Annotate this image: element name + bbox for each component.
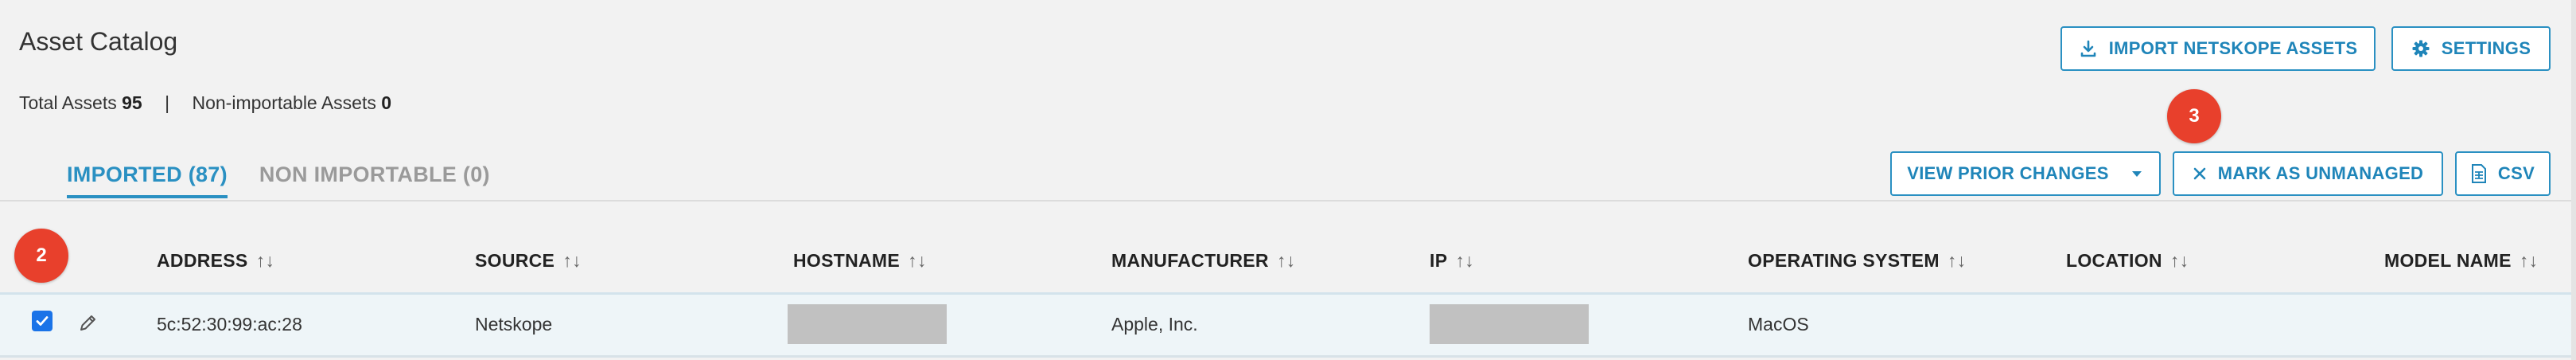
cell-source: Netskope — [475, 314, 553, 335]
step-badge-3: 3 — [2167, 89, 2221, 143]
column-header-operating-system: OPERATING SYSTEM ↑↓ — [1748, 250, 1966, 272]
column-header-label: OPERATING SYSTEM — [1748, 250, 1940, 271]
sort-arrows-icon[interactable]: ↑↓ — [1948, 250, 1967, 272]
cell-manufacturer: Apple, Inc. — [1111, 314, 1198, 335]
column-header-hostname: HOSTNAME ↑↓ — [793, 250, 927, 272]
download-icon — [2080, 40, 2095, 57]
column-header-model-name: MODEL NAME ↑↓ — [2384, 250, 2538, 272]
table-header: ADDRESS ↑↓ SOURCE ↑↓ HOSTNAME ↑↓ MANUFAC… — [0, 239, 2576, 287]
column-header-address: ADDRESS ↑↓ — [157, 250, 274, 272]
scrollbar[interactable] — [2571, 0, 2576, 360]
sort-arrows-icon[interactable]: ↑↓ — [908, 250, 927, 272]
csv-label: CSV — [2497, 163, 2535, 183]
table-row[interactable]: 5c:52:30:99:ac:28 Netskope Apple, Inc. M… — [0, 295, 2576, 355]
tab-non-importable[interactable]: NON IMPORTABLE (0) — [259, 162, 490, 198]
close-icon — [2193, 167, 2206, 180]
column-header-label: ADDRESS — [157, 250, 248, 271]
settings-label: SETTINGS — [2441, 38, 2531, 58]
checkmark-icon — [36, 316, 49, 326]
column-header-label: MODEL NAME — [2384, 250, 2512, 271]
tab-imported[interactable]: IMPORTED (87) — [67, 162, 228, 198]
spreadsheet-icon — [2471, 164, 2486, 183]
sort-arrows-icon[interactable]: ↑↓ — [256, 250, 275, 272]
row-select-checkbox[interactable] — [32, 311, 53, 331]
import-netskope-assets-label: IMPORT NETSKOPE ASSETS — [2108, 38, 2358, 58]
asset-tabs: IMPORTED (87) NON IMPORTABLE (0) — [67, 162, 490, 198]
sort-arrows-icon[interactable]: ↑↓ — [1455, 250, 1474, 272]
totals-separator: | — [165, 92, 170, 113]
view-prior-changes-label: VIEW PRIOR CHANGES — [1907, 163, 2109, 183]
nonimportable-assets-label: Non-importable Assets — [192, 92, 376, 113]
column-header-location: LOCATION ↑↓ — [2066, 250, 2189, 272]
view-prior-changes-dropdown[interactable]: VIEW PRIOR CHANGES — [1890, 151, 2161, 196]
column-header-manufacturer: MANUFACTURER ↑↓ — [1111, 250, 1295, 272]
row-divider — [0, 355, 2576, 358]
nonimportable-assets-value: 0 — [381, 92, 392, 113]
column-header-label: MANUFACTURER — [1111, 250, 1269, 271]
mark-as-unmanaged-label: MARK AS UNMANAGED — [2217, 163, 2424, 183]
redacted-hostname — [788, 304, 947, 344]
import-netskope-assets-button[interactable]: IMPORT NETSKOPE ASSETS — [2060, 26, 2376, 71]
cell-operating-system: MacOS — [1748, 314, 1809, 335]
total-assets-value: 95 — [122, 92, 142, 113]
total-assets-label: Total Assets — [19, 92, 117, 113]
page-title: Asset Catalog — [19, 27, 178, 56]
sort-arrows-icon[interactable]: ↑↓ — [1277, 250, 1296, 272]
column-header-ip: IP ↑↓ — [1430, 250, 1474, 272]
cell-address: 5c:52:30:99:ac:28 — [157, 314, 302, 335]
gear-icon — [2412, 40, 2430, 57]
pencil-icon[interactable] — [76, 312, 99, 335]
asset-catalog-page: Asset Catalog Total Assets 95 | Non-impo… — [0, 0, 2576, 360]
column-header-label: LOCATION — [2066, 250, 2162, 271]
sort-arrows-icon[interactable]: ↑↓ — [2520, 250, 2539, 272]
column-header-label: HOSTNAME — [793, 250, 901, 271]
column-header-source: SOURCE ↑↓ — [475, 250, 582, 272]
asset-totals: Total Assets 95 | Non-importable Assets … — [19, 92, 391, 114]
column-header-label: SOURCE — [475, 250, 555, 271]
caret-down-icon — [2131, 171, 2142, 177]
redacted-ip — [1430, 304, 1589, 344]
mark-as-unmanaged-button[interactable]: MARK AS UNMANAGED — [2173, 151, 2443, 196]
tabs-divider — [0, 200, 2576, 202]
settings-button[interactable]: SETTINGS — [2391, 26, 2551, 71]
column-header-label: IP — [1430, 250, 1448, 271]
csv-export-button[interactable]: CSV — [2455, 151, 2551, 196]
sort-arrows-icon[interactable]: ↑↓ — [2170, 250, 2189, 272]
sort-arrows-icon[interactable]: ↑↓ — [562, 250, 582, 272]
